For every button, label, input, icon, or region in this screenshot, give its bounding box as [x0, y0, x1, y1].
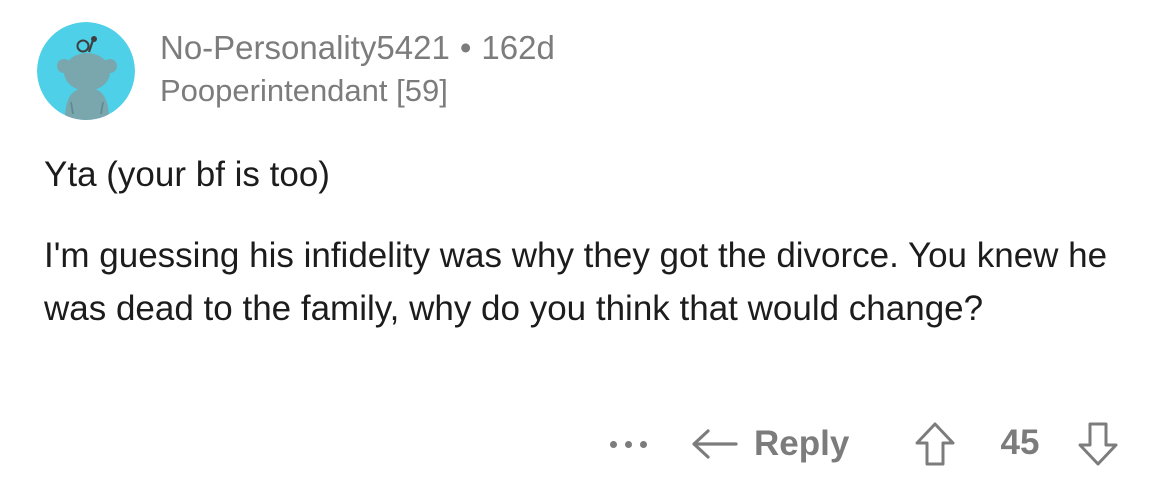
reply-arrow-icon	[692, 429, 738, 459]
comment-header: No-Personality5421 • 162d	[160, 28, 555, 68]
downvote-arrow-icon[interactable]	[1076, 421, 1120, 467]
more-options-icon[interactable]	[604, 427, 654, 457]
snoo-avatar-icon	[37, 22, 135, 120]
comment-age: 162d	[481, 29, 555, 66]
comment-body: Yta (your bf is too) I'm guessing his in…	[44, 148, 1144, 335]
vote-score: 45	[1000, 423, 1040, 462]
upvote-arrow-icon[interactable]	[913, 421, 957, 467]
comment-actions: Reply 45	[0, 415, 1170, 471]
comment-meta: No-Personality5421 • 162d Pooperintendant …	[160, 28, 555, 111]
reply-label: Reply	[754, 424, 850, 463]
avatar[interactable]	[37, 22, 135, 120]
reply-button[interactable]: Reply	[690, 419, 849, 469]
author-username[interactable]: No-Personality5421	[160, 29, 450, 66]
comment-paragraph: Yta (your bf is too)	[44, 155, 330, 194]
comment-paragraph: I'm guessing his infidelity was why they…	[44, 236, 1108, 328]
separator-dot: •	[459, 29, 472, 66]
user-flair: Pooperintendant [59]	[160, 73, 448, 108]
